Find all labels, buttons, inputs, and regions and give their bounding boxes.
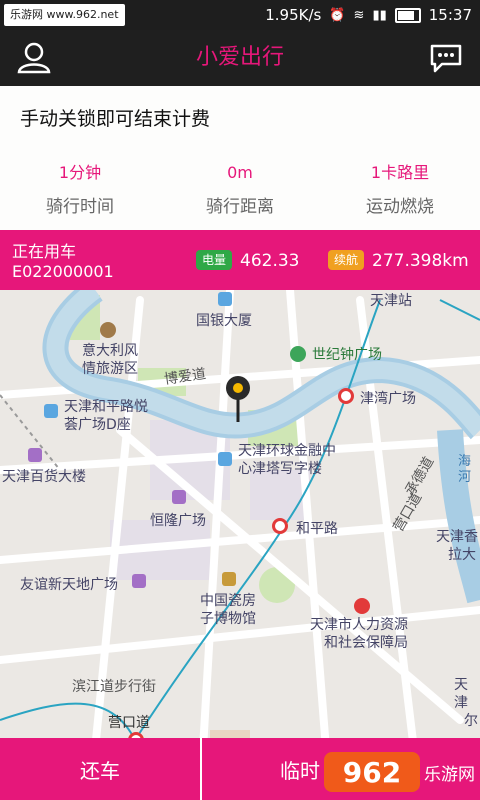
poi-youyi-icon [132,574,146,588]
metro-hepinglu-icon [272,518,288,534]
status-right: 1.95K/s ⏰ ≋ ▮▮ 15:37 [265,6,480,24]
poi-cifang-icon [222,572,236,586]
map-label-renli: 天津市人力资源 和社会保障局 [310,617,408,651]
ride-status-bar: 正在用车 E022000001 电量 462.33 续航 277.398km [0,230,480,290]
network-speed: 1.95K/s [265,6,322,24]
poi-guoyin-icon [218,292,232,306]
map-label-henglong: 恒隆广场 [150,513,206,529]
map-label-youyi: 友谊新天地广场 [20,577,118,593]
battery-icon [394,7,421,23]
map-label-tianjinzhan: 天津站 [370,293,412,309]
stat-value: 0m [227,163,253,182]
poi-shiji-icon [290,346,306,362]
map-label-heping-yue: 天津和平路悦 荟广场D座 [64,399,148,433]
map-label-baihuo: 天津百货大楼 [2,469,86,485]
stat-ride-time: 1分钟 骑行时间 [0,162,160,217]
app-header: 小爱出行 [0,30,480,86]
range-value: 277.398km [372,251,469,271]
ride-status-title: 正在用车 [12,242,77,261]
stat-label: 骑行距离 [206,197,274,217]
battery-badge: 电量 [196,250,233,270]
alarm-icon: ⏰ [329,7,346,23]
location-pin-icon[interactable] [224,374,252,424]
stat-label: 运动燃烧 [366,197,434,217]
map-label-jinwan: 津湾广场 [360,391,416,407]
bike-id: E022000001 [12,262,114,281]
poi-huanqiu-icon [218,452,232,466]
poi-henglong-icon [172,490,186,504]
poi-renli-icon [354,598,370,614]
stat-value: 1卡路里 [370,163,430,182]
map-label-tianjin-er: 天津 尔 [454,677,478,729]
ride-info-card: 手动关锁即可结束计费 1分钟 骑行时间 0m 骑行距离 1卡路里 运动燃烧 [0,86,480,230]
map-label-yingkou: 营口道 [108,715,150,731]
watermark-logo-number: 962 [343,756,401,789]
map-label-binjiang: 滨江道步行街 [72,679,156,695]
chat-icon[interactable] [426,40,466,76]
wifi-icon: ≋ [353,7,365,23]
map-label-italy: 意大利风 情旅游区 [82,343,138,377]
map-label-cifang: 中国瓷房 子博物馆 [200,593,256,627]
battery-value: 462.33 [240,251,300,271]
signal-icon: ▮▮ [372,7,387,23]
return-bike-button[interactable]: 还车 [0,738,200,800]
poi-heping-yue-icon [44,404,58,418]
map-label-shiji: 世纪钟广场 [312,347,382,363]
end-ride-hint: 手动关锁即可结束计费 [20,108,211,130]
map-label-hepinglu: 和平路 [296,521,338,537]
stat-calories: 1卡路里 运动燃烧 [320,162,480,217]
stat-ride-distance: 0m 骑行距离 [160,162,320,217]
map-label-tianjin-xiang: 天津香 拉大 [436,529,478,563]
stat-label: 骑行时间 [46,197,114,217]
poi-italy-icon [100,322,116,338]
watermark-logo: 962 乐游网 [324,752,474,792]
metro-jinwan-icon [338,388,354,404]
stat-value: 1分钟 [58,163,102,182]
map-label-guoyin: 国银大厦 [196,313,252,329]
clock: 15:37 [428,6,472,24]
app-title: 小爱出行 [195,45,284,70]
temp-lock-label: 临时 [280,758,320,783]
range-badge: 续航 [328,250,365,270]
status-bar: 乐游网 www.962.net 1.95K/s ⏰ ≋ ▮▮ 15:37 [0,0,480,30]
map-label-huanqiu: 天津环球金融中 心津塔写字楼 [238,443,336,477]
watermark-badge: 乐游网 www.962.net [4,4,125,26]
map-label-haihe: 海河 [458,454,472,485]
poi-baihuo-icon [28,448,42,462]
watermark-logo-sub: 乐游网 [424,765,474,785]
